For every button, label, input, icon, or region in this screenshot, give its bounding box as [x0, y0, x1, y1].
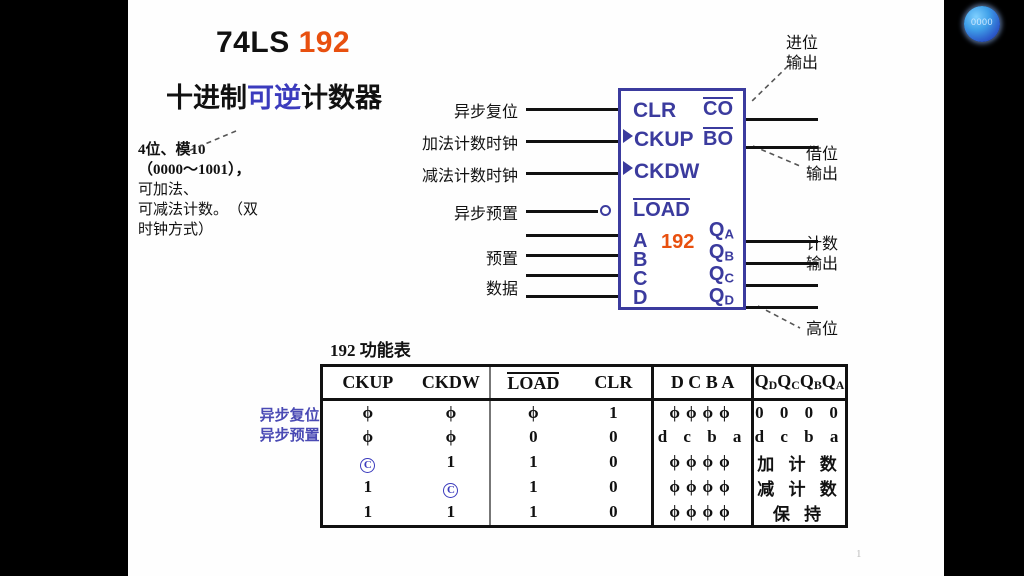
cell-load: 1 — [529, 452, 538, 471]
cell-ckup: 1 — [363, 502, 373, 521]
wire-input-b — [526, 254, 618, 257]
pin-label-ckdw: 减法计数时钟 — [421, 168, 518, 185]
ic-pin-clr: CLR — [633, 99, 677, 122]
ic-pin-load: LOAD — [633, 198, 690, 221]
row-annotation: 异步预置α — [259, 428, 328, 444]
cell-clr: 1 — [575, 399, 655, 425]
pin-label-clr: 异步复位 — [453, 104, 518, 121]
clock-triangle-ckdw-icon — [623, 161, 633, 175]
cell-ckup: ϕ — [362, 427, 374, 446]
ic-pin-qb: QB — [708, 241, 734, 264]
cell-outputs: d c b a — [754, 427, 845, 446]
cell-data-in: ϕϕϕϕ — [652, 449, 754, 475]
page-number: 1 — [856, 548, 862, 560]
table-row: ϕ ϕ ϕ 1 ϕϕϕϕ 0 0 0 0 — [322, 399, 847, 425]
rising-edge-icon: C — [360, 457, 376, 473]
wire-output-co — [746, 118, 818, 121]
wire-input-d — [526, 295, 618, 298]
wire-input-c — [526, 274, 618, 277]
cell-ckup: ϕ — [362, 402, 374, 422]
wire-input-a — [526, 234, 618, 237]
load-inverting-bubble-icon — [600, 205, 611, 216]
rising-edge-icon: C — [443, 482, 459, 498]
cell-outputs: 保 持 — [772, 504, 827, 524]
function-table: CKUP CKDW LOAD CLR D C B A QDQCQBQA ϕ ϕ … — [320, 364, 848, 528]
slide-canvas: 0000 74LS 192 十进制可逆计数器 4位、模10 （0000～1001… — [128, 0, 1000, 576]
ic-center-label: 192 — [661, 231, 695, 253]
cell-ckdw: ϕ — [412, 399, 492, 425]
cell-outputs: 加 计 数 — [757, 454, 842, 474]
cell-outputs: 0 0 0 0 — [755, 402, 844, 422]
cell-clr: 0 — [575, 474, 655, 500]
annotation-high-bit: 高位 — [806, 321, 839, 338]
ic-pin-ckdw: CKDW — [634, 160, 700, 183]
col-header-data-in: D C B A — [652, 365, 754, 401]
table-body: ϕ ϕ ϕ 1 ϕϕϕϕ 0 0 0 0 ϕ ϕ 0 0 d c b a d c… — [322, 399, 847, 526]
cell-ckdw: ϕ — [412, 424, 492, 450]
brand-logo-text: 0000 — [970, 17, 994, 27]
wire-input-clr — [526, 108, 618, 111]
cell-data-in: d c b a — [652, 424, 754, 450]
cell-ckdw: 1 — [412, 499, 492, 526]
table-row: C 1 1 0 ϕϕϕϕ 加 计 数 — [322, 449, 847, 475]
ic-pin-qd: QD — [708, 285, 734, 308]
table-row: 1 C 1 0 ϕϕϕϕ 减 计 数 — [322, 474, 847, 500]
cell-data-in: ϕϕϕϕ — [652, 474, 754, 500]
brand-logo-icon: 0000 — [964, 6, 1000, 42]
cell-clr: 0 — [575, 499, 655, 526]
col-header-load: LOAD — [490, 365, 576, 401]
table-caption: 192 功能表 — [330, 341, 411, 360]
cell-clr: 0 — [575, 424, 655, 450]
wire-input-load — [526, 210, 598, 213]
ic-pin-co: CO — [703, 97, 733, 120]
table-row-annotations: 异步复位α 异步预置α — [198, 406, 328, 446]
cell-outputs: 减 计 数 — [757, 479, 842, 499]
cell-data-in: ϕϕϕϕ — [652, 499, 754, 526]
col-header-outputs: QDQCQBQA — [752, 365, 847, 401]
ic-package-body: CLR CKUP CKDW LOAD A B C D 192 CO BO QA … — [618, 88, 746, 310]
cell-data-in: ϕϕϕϕ — [652, 399, 754, 425]
cell-ckdw: C — [412, 474, 492, 500]
pin-label-load: 异步预置 — [453, 206, 518, 223]
ic-pin-ckup: CKUP — [634, 128, 694, 151]
cell-load: 0 — [529, 427, 538, 446]
ic-pin-qc: QC — [708, 263, 734, 286]
col-header-ckdw: CKDW — [412, 365, 492, 401]
cell-load: 1 — [529, 502, 538, 521]
cell-clr: 0 — [575, 449, 655, 475]
clock-triangle-ckup-icon — [623, 129, 633, 143]
table-row: 1 1 1 0 ϕϕϕϕ 保 持 — [322, 499, 847, 526]
cell-ckdw: 1 — [412, 449, 492, 475]
pin-label-data: 数据 — [485, 281, 518, 298]
wire-input-ckdw — [526, 172, 618, 175]
cell-load: ϕ — [528, 402, 539, 422]
wire-output-qd — [746, 306, 818, 309]
cell-ckup: C — [322, 450, 413, 475]
pin-label-ckup: 加法计数时钟 — [421, 136, 518, 153]
pin-label-preset: 预置 — [485, 251, 518, 268]
slide-stage: 0000 74LS 192 十进制可逆计数器 4位、模10 （0000～1001… — [0, 0, 1024, 576]
wire-output-qc — [746, 284, 818, 287]
cell-ckup: 1 — [363, 477, 373, 496]
ic-pin-qa: QA — [708, 219, 734, 242]
col-header-clr: CLR — [575, 365, 655, 401]
table-row: ϕ ϕ 0 0 d c b a d c b a — [322, 424, 847, 450]
col-header-ckup: CKUP — [321, 365, 413, 401]
ic-pin-bo: BO — [703, 127, 733, 150]
wire-input-ckup — [526, 140, 618, 143]
cell-load: 1 — [529, 477, 538, 496]
annotation-borrow-output: 借位 输出 — [806, 146, 839, 183]
row-annotation: 异步复位α — [259, 408, 328, 424]
table-header-row: CKUP CKDW LOAD CLR D C B A QDQCQBQA — [321, 365, 847, 401]
annotation-carry-output: 进位 输出 — [786, 35, 819, 72]
annotation-count-output: 计数 输出 — [806, 236, 839, 273]
ic-block-diagram: 异步复位 加法计数时钟 减法计数时钟 异步预置 预置 数据 CLR CKUP C… — [128, 0, 944, 340]
ic-pin-d: D — [633, 287, 648, 309]
